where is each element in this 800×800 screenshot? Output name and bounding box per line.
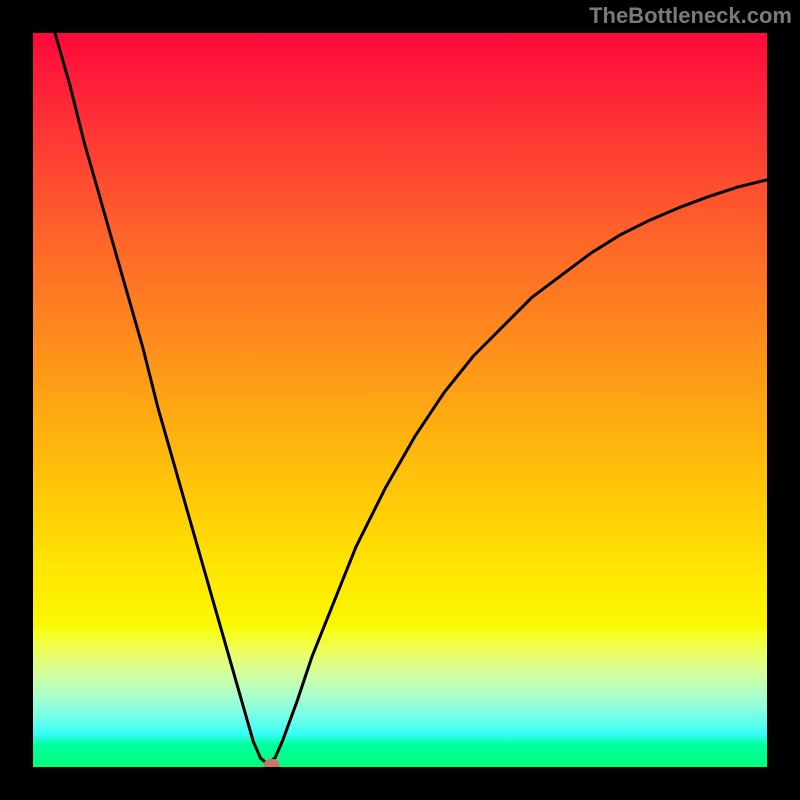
plot-area (33, 33, 767, 767)
credit-label: TheBottleneck.com (589, 3, 792, 29)
minimum-marker (264, 759, 280, 767)
chart-frame: TheBottleneck.com (0, 0, 800, 800)
curve-layer (33, 33, 767, 767)
bottleneck-curve (55, 33, 767, 764)
